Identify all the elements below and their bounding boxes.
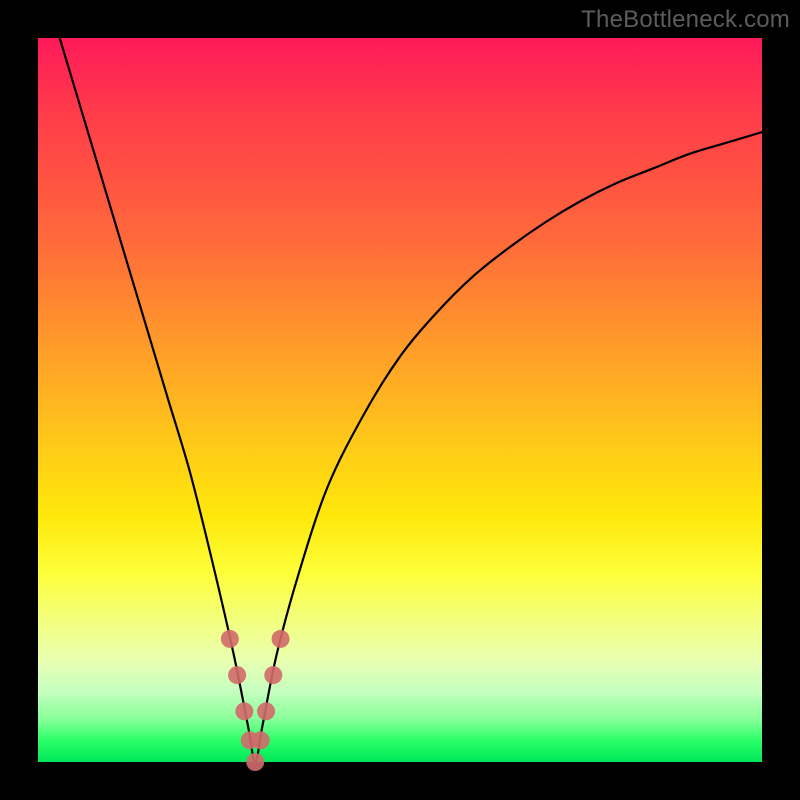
minimum-marker <box>235 702 253 720</box>
plot-area <box>38 38 762 762</box>
minimum-marker <box>246 753 264 771</box>
chart-frame: TheBottleneck.com <box>0 0 800 800</box>
minimum-marker <box>252 731 270 749</box>
curve-svg <box>38 38 762 762</box>
minimum-marker <box>221 630 239 648</box>
minimum-marker-group <box>221 630 290 771</box>
minimum-marker <box>228 666 246 684</box>
bottleneck-curve-line <box>60 38 762 762</box>
minimum-marker <box>272 630 290 648</box>
minimum-marker <box>257 702 275 720</box>
watermark-text: TheBottleneck.com <box>581 6 790 34</box>
minimum-marker <box>264 666 282 684</box>
